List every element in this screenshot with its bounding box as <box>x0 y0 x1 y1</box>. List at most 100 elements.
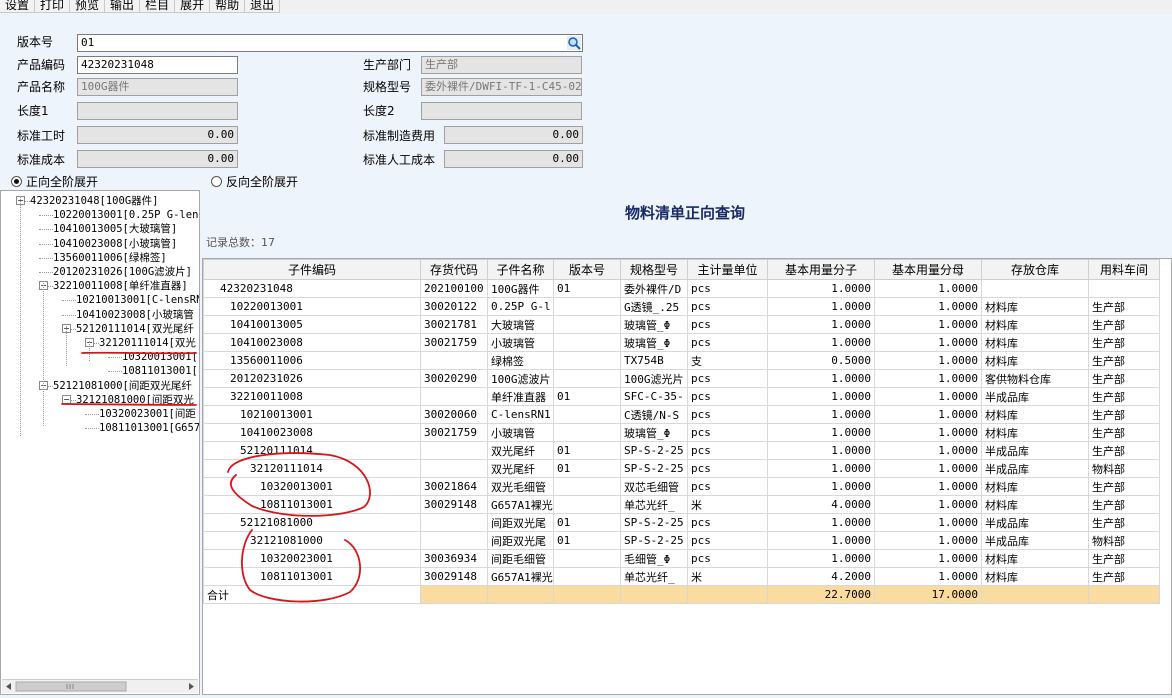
table-row[interactable]: 20120231026 30020290 100G滤波片 100G滤光片 pcs 1.00… <box>203 369 1160 388</box>
menu-item-6[interactable]: 帮助 <box>210 0 246 13</box>
table-row[interactable]: 32120111014 双光尾纤 01 SP-S-2-25 pcs 1.0000 1.000… <box>203 459 1160 478</box>
table-cell-num: 1.0000 <box>767 279 875 298</box>
table-row[interactable]: 10320023001 30036934 间距毛细管 毛细管_Φ pcs 1.0000 1.… <box>203 549 1160 568</box>
table-row[interactable]: 10210013001 30020060 C-lensRN1 C透镜/N-S pcs 1.… <box>203 405 1160 424</box>
tree-node[interactable]: 10210013001[C-lensRN <box>76 293 199 307</box>
column-header-6[interactable]: 基本用量分子 <box>767 259 875 280</box>
tree-node[interactable]: 10811013001[ <box>122 364 198 378</box>
column-header-5[interactable]: 主计量单位 <box>687 259 768 280</box>
column-header-4[interactable]: 规格型号 <box>620 259 688 280</box>
column-header-2[interactable]: 子件名称 <box>487 259 554 280</box>
menu-item-1[interactable]: 打印 <box>35 0 71 13</box>
tree-connector <box>39 272 53 273</box>
tree-node[interactable]: 10410023008[小玻璃管 <box>76 308 194 322</box>
search-icon[interactable] <box>567 36 581 50</box>
column-header-9[interactable]: 用料车间 <box>1088 259 1160 280</box>
table-cell-wh: 半成品库 <box>981 387 1089 406</box>
tree-connector <box>85 428 99 430</box>
table-cell-ws: 生产部 <box>1088 351 1160 370</box>
table-cell-den: 1.0000 <box>874 459 982 478</box>
table-cell-name: 间距毛细管 <box>487 549 554 568</box>
tree-collapse-icon[interactable]: − <box>62 394 71 404</box>
product-code-label: 产品编码 <box>17 58 66 72</box>
menu-item-3[interactable]: 输出 <box>105 0 141 13</box>
table-row[interactable]: 13560011006 绿棉签 TX754B 支 0.5000 1.0000 材料库 生产部 <box>203 351 1160 370</box>
table-cell-name: G657A1裸光 <box>487 495 554 514</box>
total-cell-wh <box>981 585 1089 604</box>
table-cell-ver: 01 <box>553 513 621 532</box>
column-header-0[interactable]: 子件编码 <box>203 259 421 280</box>
table-cell-name: 双光尾纤 <box>487 459 554 478</box>
version-input[interactable]: 01 <box>77 34 583 52</box>
table-cell-spec: SP-S-2-25 <box>620 441 688 460</box>
table-cell-wh: 半成品库 <box>981 531 1089 550</box>
table-row[interactable]: 42320231048 202100100 100G器件 01 委外裸件/D pcs 1.0… <box>203 279 1160 298</box>
tree-node[interactable]: 10410013005[大玻璃管] <box>53 222 177 236</box>
menu-item-5[interactable]: 展开 <box>175 0 211 13</box>
table-cell-den: 1.0000 <box>874 405 982 424</box>
tree-horizontal-scrollbar[interactable] <box>2 679 198 693</box>
table-cell-wh: 半成品库 <box>981 513 1089 532</box>
table-cell-ver <box>553 369 621 388</box>
column-header-8[interactable]: 存放仓库 <box>981 259 1089 280</box>
menu-item-2[interactable]: 预览 <box>70 0 106 13</box>
table-cell-unit: pcs <box>687 333 768 352</box>
table-row[interactable]: 32121081000 间距双光尾 01 SP-S-2-25 pcs 1.0000 1.00… <box>203 531 1160 550</box>
table-row[interactable]: 10320013001 30021864 双光毛细管 双芯毛细管 pcs 1.0000 1.… <box>203 477 1160 496</box>
table-cell-code: 10320013001 <box>203 477 421 496</box>
total-cell-den: 17.0000 <box>874 585 982 604</box>
product-code-input[interactable]: 42320231048 <box>77 56 238 74</box>
column-header-7[interactable]: 基本用量分母 <box>874 259 982 280</box>
table-row[interactable]: 10410023008 30021759 小玻璃管 玻璃管_Φ pcs 1.0000 1.0… <box>203 423 1160 442</box>
tree-guide-line <box>20 196 21 436</box>
forward-expand-radio[interactable]: 正向全阶展开 <box>11 173 98 190</box>
table-cell-unit: 米 <box>687 567 768 586</box>
table-cell-inv: 30021781 <box>420 315 488 334</box>
tree-node[interactable]: 42320231048[100G器件] <box>30 194 158 208</box>
table-cell-wh: 半成品库 <box>981 459 1089 478</box>
table-cell-wh: 半成品库 <box>981 441 1089 460</box>
table-row[interactable]: 52121081000 间距双光尾 01 SP-S-2-25 pcs 1.0000 1.00… <box>203 513 1160 532</box>
column-header-3[interactable]: 版本号 <box>553 259 621 280</box>
tree-connector <box>39 257 53 259</box>
menu-item-0[interactable]: 设置 <box>0 0 36 13</box>
bom-tree[interactable]: − 42320231048[100G器件] 10220013001[0.25P G-… <box>0 190 200 695</box>
menu-item-7[interactable]: 退出 <box>245 0 281 13</box>
table-cell-ws: 生产部 <box>1088 477 1160 496</box>
table-cell-code: 10410023008 <box>203 423 421 442</box>
dept-label: 生产部门 <box>363 58 412 72</box>
table-cell-code: 10220013001 <box>203 297 421 316</box>
tree-node[interactable]: 10320023001[间距 <box>99 407 196 421</box>
table-cell-unit: pcs <box>687 369 768 388</box>
table-row[interactable]: 10811013001 30029148 G657A1裸光 单芯光纤_ 米 4.2000 1… <box>203 567 1160 586</box>
tree-node[interactable]: 13560011006[绿棉签] <box>53 251 167 265</box>
tree-node[interactable]: 52120111014[双光尾纤 <box>76 322 194 336</box>
tree-node[interactable]: 32120111014[双光 <box>99 336 196 350</box>
tree-node[interactable]: 20120231026[100G滤波片] <box>53 265 192 279</box>
tree-node[interactable]: 32121081000[间距双光 <box>76 393 194 407</box>
tree-node[interactable]: 10410023008[小玻璃管] <box>53 237 177 251</box>
table-row[interactable]: 32210011008 单纤准直器 01 SFC-C-35- pcs 1.0000 1.00… <box>203 387 1160 406</box>
table-cell-code: 32120111014 <box>203 459 421 478</box>
reverse-expand-radio[interactable]: 反向全阶展开 <box>211 173 298 190</box>
table-row[interactable]: 10811013001 30029148 G657A1裸光 单芯光纤_ 米 4.0000 1… <box>203 495 1160 514</box>
bom-grid[interactable]: 子件编码 存货代码 子件名称 版本号 规格型号 主计量单位 基本用量分子 基本用量分母 存放仓库… <box>202 258 1172 695</box>
table-row[interactable]: 10410013005 30021781 大玻璃管 玻璃管_Φ pcs 1.0000 1.0… <box>203 315 1160 334</box>
column-header-1[interactable]: 存货代码 <box>420 259 488 280</box>
spec-field: 委外裸件/DWFI-TF-1-C45-025T <box>421 78 582 96</box>
tree-node[interactable]: 10811013001[G657 <box>99 421 199 435</box>
table-row[interactable]: 10410023008 30021759 小玻璃管 玻璃管_Φ pcs 1.0000 1.0… <box>203 333 1160 352</box>
scrollbar-arrows-icon <box>6 681 194 692</box>
table-cell-wh: 材料库 <box>981 315 1089 334</box>
table-cell-ws: 生产部 <box>1088 513 1160 532</box>
tree-node[interactable]: 52121081000[间距双光尾纤 <box>53 379 192 393</box>
bom-table: 子件编码 存货代码 子件名称 版本号 规格型号 主计量单位 基本用量分子 基本用量分母 存放仓库… <box>203 259 1160 604</box>
tree-node[interactable]: 10320013001[ <box>122 350 198 364</box>
menu-item-4[interactable]: 栏目 <box>140 0 176 13</box>
tree-node[interactable]: 10220013001[0.25P G-lens <box>53 208 199 222</box>
table-row[interactable]: 52120111014 双光尾纤 01 SP-S-2-25 pcs 1.0000 1.000… <box>203 441 1160 460</box>
table-cell-ver <box>553 405 621 424</box>
tree-node[interactable]: 32210011008[单纤准直器] <box>53 279 188 293</box>
table-row[interactable]: 10220013001 30020122 0.25P G-l G透镜_.25 pcs 1.… <box>203 297 1160 316</box>
table-cell-spec: 单芯光纤_ <box>620 495 688 514</box>
